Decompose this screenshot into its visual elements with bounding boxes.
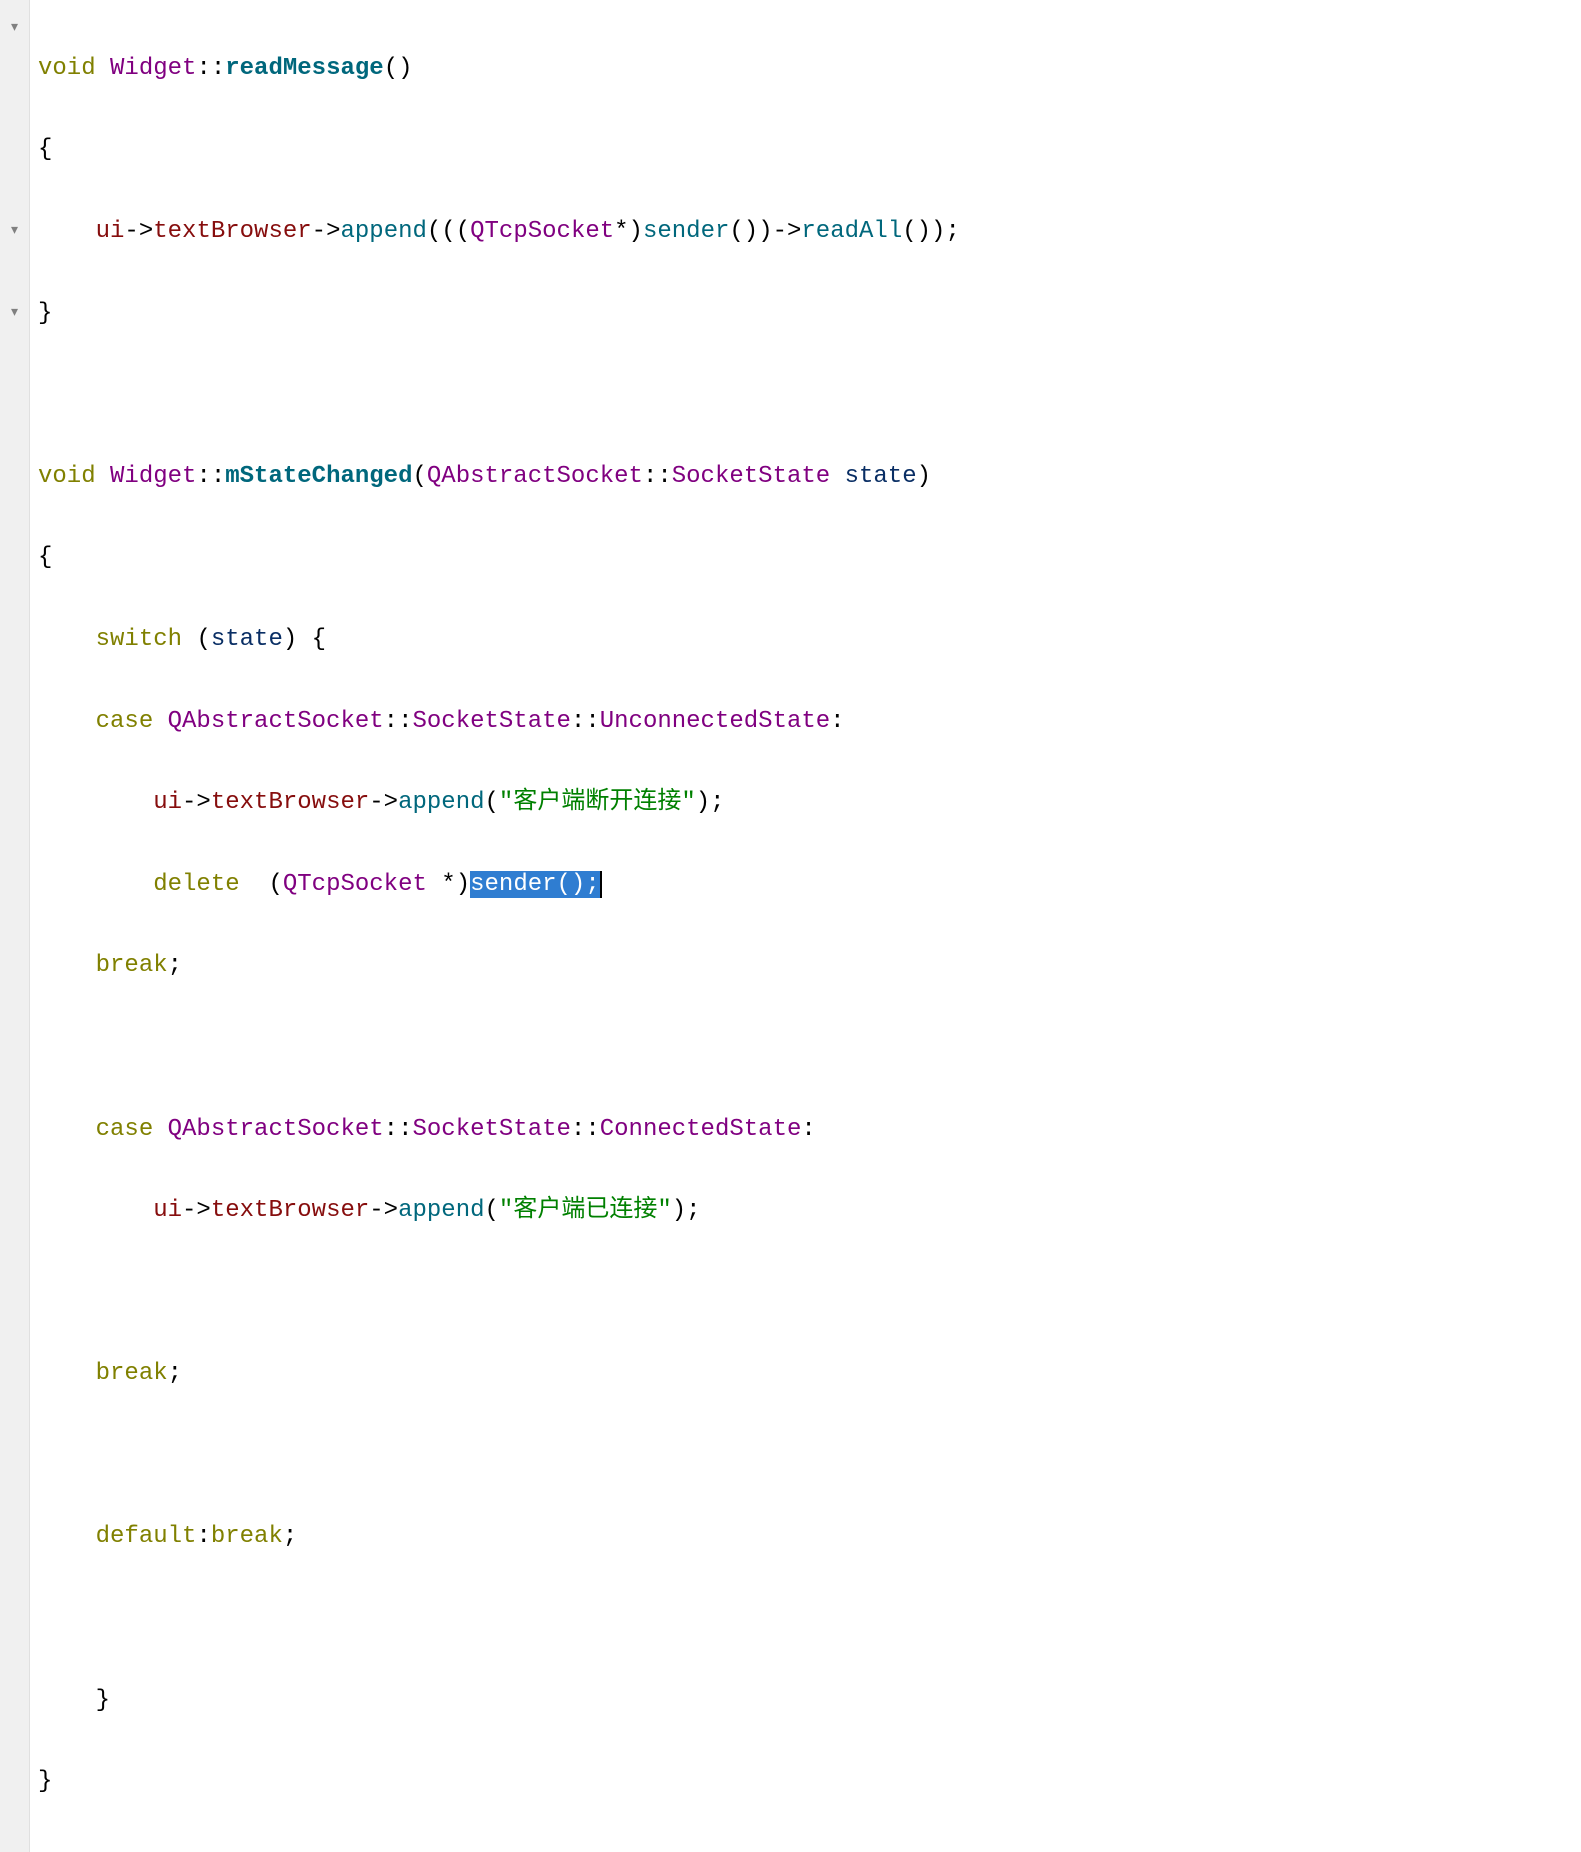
keyword-void: void xyxy=(38,55,96,82)
code-line[interactable]: ui->textBrowser->append("客户端断开连接"); xyxy=(38,783,1581,824)
method-append: append xyxy=(340,218,426,245)
function-name: mStateChanged xyxy=(225,463,412,490)
enum-namespace: QAbstractSocket xyxy=(168,708,384,735)
code-line[interactable] xyxy=(38,1599,1581,1640)
code-line[interactable]: break; xyxy=(38,946,1581,987)
code-line[interactable]: } xyxy=(38,294,1581,335)
code-line[interactable]: break; xyxy=(38,1354,1581,1395)
code-line[interactable]: { xyxy=(38,130,1581,171)
keyword-case: case xyxy=(96,1116,154,1143)
code-line[interactable]: case QAbstractSocket::SocketState::Uncon… xyxy=(38,702,1581,743)
code-editor[interactable]: void Widget::readMessage() { ui->textBro… xyxy=(30,0,1581,1852)
string-literal: "客户端已连接" xyxy=(499,1197,672,1224)
code-line[interactable]: void Widget::mStateChanged(QAbstractSock… xyxy=(38,457,1581,498)
function-name: readMessage xyxy=(225,55,383,82)
enum-sub: SocketState xyxy=(412,1116,570,1143)
class-name: Widget xyxy=(110,463,196,490)
code-line[interactable] xyxy=(38,1273,1581,1314)
method-sender: sender xyxy=(643,218,729,245)
member-textbrowser: textBrowser xyxy=(211,789,369,816)
code-line[interactable]: } xyxy=(38,1762,1581,1803)
keyword-case: case xyxy=(96,708,154,735)
param-name: state xyxy=(845,463,917,490)
code-line[interactable] xyxy=(38,1436,1581,1477)
enum-value: UnconnectedState xyxy=(600,708,830,735)
member-textbrowser: textBrowser xyxy=(153,218,311,245)
selected-text[interactable]: sender(); xyxy=(470,871,602,898)
keyword-switch: switch xyxy=(96,626,182,653)
fold-marker-icon[interactable]: ▾ xyxy=(0,212,29,253)
method-readall: readAll xyxy=(801,218,902,245)
keyword-default: default xyxy=(96,1523,197,1550)
code-line[interactable]: ui->textBrowser->append(((QTcpSocket*)se… xyxy=(38,212,1581,253)
code-line[interactable]: delete (QTcpSocket *)sender(); xyxy=(38,865,1581,906)
member-ui: ui xyxy=(96,218,125,245)
code-line[interactable]: { xyxy=(38,538,1581,579)
code-line[interactable] xyxy=(38,1028,1581,1069)
keyword-break: break xyxy=(96,952,168,979)
member-textbrowser: textBrowser xyxy=(211,1197,369,1224)
code-line[interactable]: void Widget::readMessage() xyxy=(38,49,1581,90)
fold-gutter: ▾ ▾ ▾ xyxy=(0,0,30,1852)
class-name: Widget xyxy=(110,55,196,82)
code-line[interactable]: switch (state) { xyxy=(38,620,1581,661)
type-qtcpsocket: QTcpSocket xyxy=(470,218,614,245)
member-ui: ui xyxy=(153,789,182,816)
enum-value: ConnectedState xyxy=(600,1116,802,1143)
enum-namespace: QAbstractSocket xyxy=(168,1116,384,1143)
code-line[interactable] xyxy=(38,375,1581,416)
fold-marker-icon[interactable]: ▾ xyxy=(0,8,29,49)
param-type: QAbstractSocket xyxy=(427,463,643,490)
param-subtype: SocketState xyxy=(672,463,830,490)
enum-sub: SocketState xyxy=(412,708,570,735)
keyword-break: break xyxy=(211,1523,283,1550)
string-literal: "客户端断开连接" xyxy=(499,789,696,816)
keyword-void: void xyxy=(38,463,96,490)
code-line[interactable]: } xyxy=(38,1681,1581,1722)
keyword-delete: delete xyxy=(153,871,239,898)
method-append: append xyxy=(398,789,484,816)
method-append: append xyxy=(398,1197,484,1224)
code-line[interactable]: ui->textBrowser->append("客户端已连接"); xyxy=(38,1191,1581,1232)
fold-marker-icon[interactable]: ▾ xyxy=(0,294,29,335)
code-line[interactable]: case QAbstractSocket::SocketState::Conne… xyxy=(38,1110,1581,1151)
type-qtcpsocket: QTcpSocket xyxy=(283,871,427,898)
var-state: state xyxy=(211,626,283,653)
keyword-break: break xyxy=(96,1360,168,1387)
member-ui: ui xyxy=(153,1197,182,1224)
code-line[interactable]: default:break; xyxy=(38,1517,1581,1558)
